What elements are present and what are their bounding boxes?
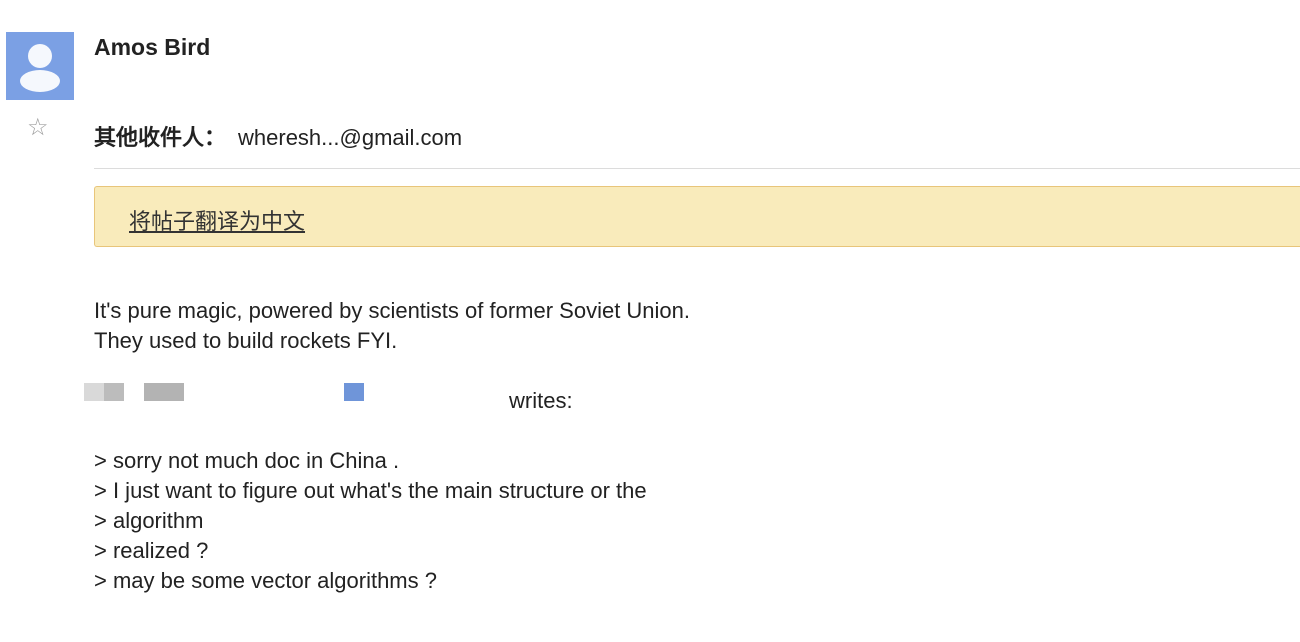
email-message-view: Amos Bird ☆ 其他收件人： wheresh...@gmail.com 将… <box>0 0 1300 642</box>
avatar-shoulders-shape <box>20 70 60 92</box>
person-avatar-icon[interactable] <box>6 32 74 100</box>
quoted-text: > sorry not much doc in China . > I just… <box>94 446 647 596</box>
avatar-head-shape <box>28 44 52 68</box>
sender-name[interactable]: Amos Bird <box>94 34 210 61</box>
quoted-line: > sorry not much doc in China . <box>94 448 400 473</box>
quoted-line: > algorithm <box>94 508 204 533</box>
message-body: It's pure magic, powered by scientists o… <box>94 296 690 356</box>
quoted-line: > realized ? <box>94 538 209 563</box>
translate-link[interactable]: 将帖子翻译为中文 <box>129 204 305 236</box>
body-line: They used to build rockets FYI. <box>94 328 398 353</box>
recipients-line: 其他收件人： wheresh...@gmail.com <box>94 120 462 152</box>
quoted-line: > I just want to figure out what's the m… <box>94 478 647 503</box>
redacted-block <box>104 383 124 401</box>
recipient-address[interactable]: wheresh...@gmail.com <box>238 125 462 150</box>
translate-banner: 将帖子翻译为中文 <box>94 186 1300 247</box>
redacted-block <box>84 383 104 401</box>
redacted-block <box>344 383 364 401</box>
star-icon[interactable]: ☆ <box>27 116 49 140</box>
quoted-line: > may be some vector algorithms ? <box>94 568 437 593</box>
header-divider <box>94 168 1300 169</box>
body-line: It's pure magic, powered by scientists o… <box>94 298 691 323</box>
recipients-label: 其他收件人： <box>94 125 227 150</box>
quote-header-writes: writes: <box>509 388 573 413</box>
redacted-block <box>144 383 184 401</box>
